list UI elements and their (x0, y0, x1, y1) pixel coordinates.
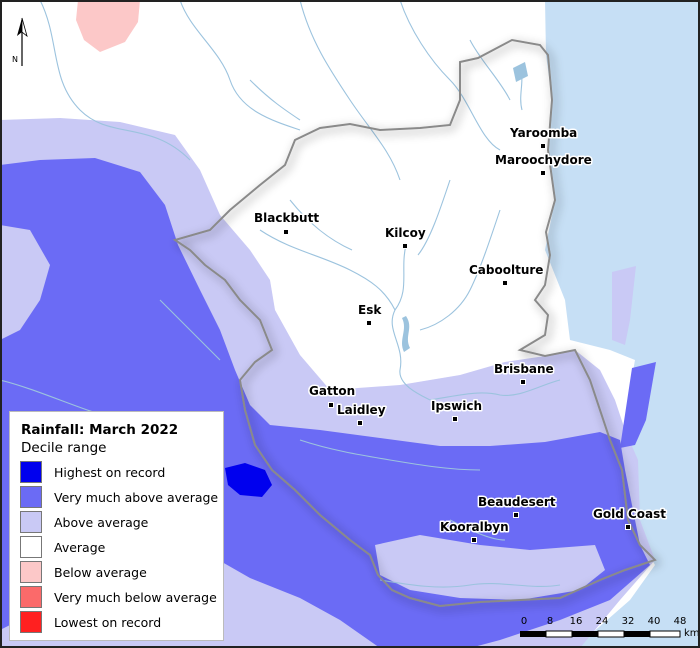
town-marker-blackbutt (283, 229, 289, 235)
legend-label: Very much above average (54, 490, 219, 505)
legend-item-below-average: Below average (20, 561, 220, 586)
legend-label: Lowest on record (54, 615, 162, 630)
scale-bar-graphic (520, 630, 681, 638)
town-marker-esk (366, 320, 372, 326)
town-label-kooralbyn: Kooralbyn (440, 520, 509, 534)
legend-swatch (20, 586, 42, 608)
scale-tick: 40 (647, 616, 661, 627)
town-label-laidley: Laidley (337, 403, 386, 417)
town-label-esk: Esk (358, 303, 382, 317)
town-label-kilcoy: Kilcoy (385, 226, 426, 240)
legend-subtitle: Decile range (21, 440, 107, 456)
town-marker-maroochydore (540, 170, 546, 176)
town-marker-beaudesert (513, 512, 519, 518)
scale-tick: 8 (546, 616, 554, 627)
legend-item-highest-on-record: Highest on record (20, 461, 220, 486)
scale-tick: 48 (673, 616, 687, 627)
legend-label: Highest on record (54, 465, 166, 480)
town-marker-laidley (357, 420, 363, 426)
legend-item-very-much-below-average: Very much below average (20, 586, 220, 611)
town-label-brisbane: Brisbane (494, 362, 554, 376)
town-marker-ipswich (452, 416, 458, 422)
town-label-caboolture: Caboolture (469, 263, 543, 277)
scale-bar: 0 8 16 24 32 40 48 km (518, 616, 700, 644)
scale-tick: 32 (621, 616, 635, 627)
town-label-gatton: Gatton (309, 384, 355, 398)
town-label-maroochydore: Maroochydore (495, 153, 592, 167)
legend-label: Below average (54, 565, 147, 580)
town-label-ipswich: Ipswich (431, 399, 482, 413)
legend-swatch (20, 536, 42, 558)
town-label-gold-coast: Gold Coast (593, 507, 666, 521)
scale-tick: 16 (569, 616, 583, 627)
legend-label: Average (54, 540, 106, 555)
legend-swatch (20, 561, 42, 583)
town-marker-gatton (328, 402, 334, 408)
town-label-blackbutt: Blackbutt (254, 211, 319, 225)
scale-tick: 24 (595, 616, 609, 627)
legend-swatch (20, 461, 42, 483)
town-label-beaudesert: Beaudesert (478, 495, 556, 509)
legend-item-lowest-on-record: Lowest on record (20, 611, 220, 636)
town-label-yaroomba: Yaroomba (509, 126, 577, 140)
legend-item-very-much-above-average: Very much above average (20, 486, 220, 511)
town-marker-brisbane (520, 379, 526, 385)
legend-item-average: Average (20, 536, 220, 561)
scale-tick: 0 (520, 616, 528, 627)
town-marker-kooralbyn (471, 537, 477, 543)
legend-item-above-average: Above average (20, 511, 220, 536)
town-marker-caboolture (502, 280, 508, 286)
town-marker-gold-coast (625, 524, 631, 530)
town-marker-yaroomba (540, 143, 546, 149)
north-label: N (12, 55, 18, 64)
legend: Rainfall: March 2022 Decile range Highes… (9, 411, 224, 641)
legend-swatch (20, 611, 42, 633)
legend-swatch (20, 511, 42, 533)
legend-label: Very much below average (54, 590, 217, 605)
legend-title: Rainfall: March 2022 (21, 422, 179, 438)
legend-label: Above average (54, 515, 149, 530)
town-marker-kilcoy (402, 243, 408, 249)
scale-unit: km (684, 628, 700, 639)
legend-swatch (20, 486, 42, 508)
